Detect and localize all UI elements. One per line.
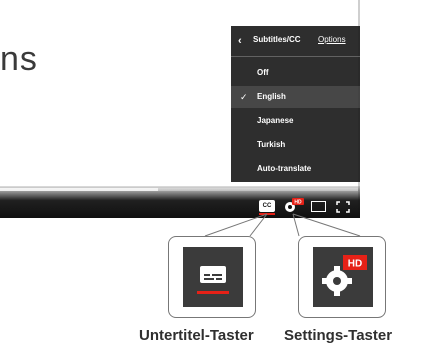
cc-caption: Untertitel-Taster	[139, 327, 254, 344]
cc-zoom-callout	[168, 236, 256, 318]
settings-zoom-icon: HD	[313, 247, 373, 307]
settings-caption: Settings-Taster	[284, 327, 393, 344]
cc-zoom-icon	[183, 247, 243, 307]
settings-zoom-callout: HD	[298, 236, 386, 318]
hd-badge-large: HD	[348, 259, 362, 270]
